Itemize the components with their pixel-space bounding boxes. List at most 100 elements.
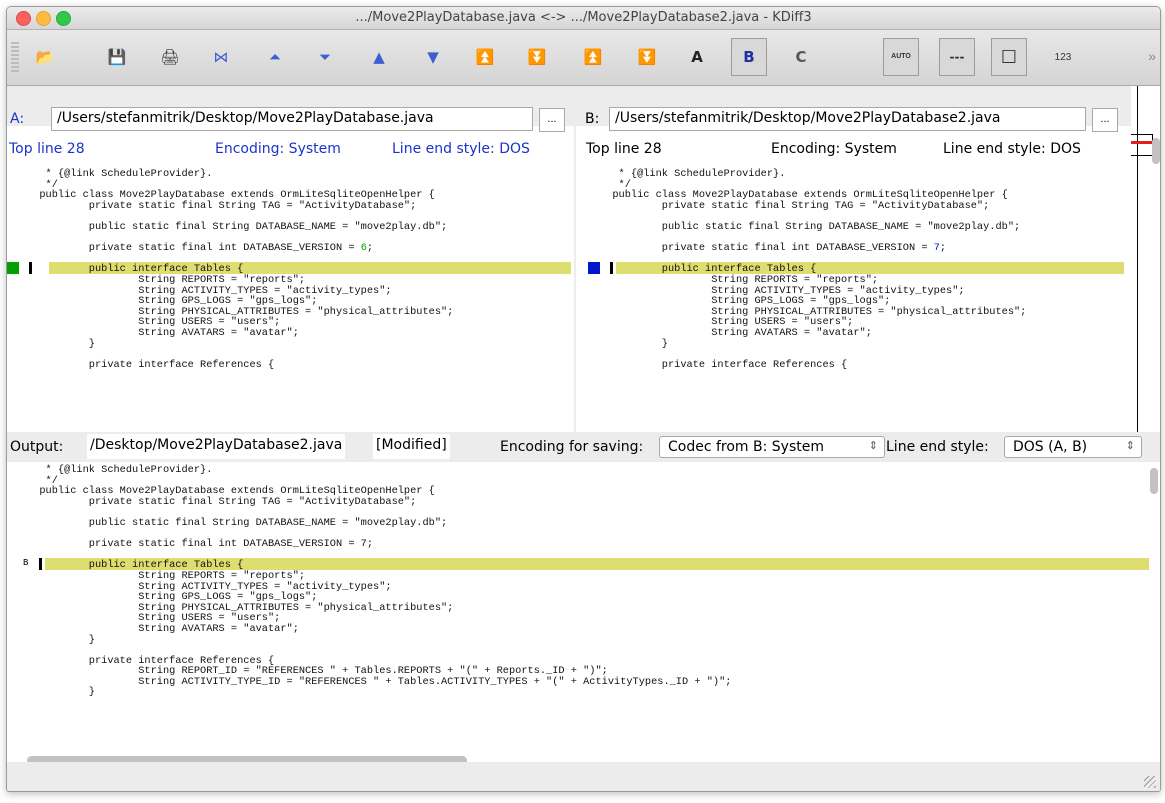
- encoding-for-saving-select[interactable]: Codec from B: System ⇕: [659, 436, 885, 458]
- save-button[interactable]: 💾: [99, 38, 135, 76]
- pane-b-code[interactable]: * {@link ScheduleProvider}. */ public cl…: [600, 169, 1026, 370]
- code-line: String REPORTS = "reports";: [27, 273, 306, 286]
- status-bar: [7, 763, 1160, 791]
- pane-a-encoding: Encoding: System: [215, 141, 341, 157]
- diff-overview[interactable]: [1131, 86, 1160, 432]
- pane-a-browse-button[interactable]: ...: [539, 108, 565, 132]
- code-line: private static final int DATABASE_VERSIO…: [27, 242, 374, 255]
- code-line: String AVATARS = "avatar";: [27, 622, 299, 635]
- auto-advance-button[interactable]: AUTO: [883, 38, 919, 76]
- kdiff3-window: .../Move2PlayDatabase.java <-> .../Move2…: [6, 6, 1161, 792]
- code-line: private static final String TAG = "Activ…: [27, 199, 417, 212]
- go-current-delta-button[interactable]: ⋈: [203, 38, 239, 76]
- output-vertical-scrollbar[interactable]: [1150, 468, 1158, 494]
- line-end-style-label: Line end style:: [886, 439, 989, 455]
- go-prev-conflict-icon: ⏫: [475, 48, 495, 66]
- go-next-conflict-button[interactable]: ⏬: [519, 38, 555, 76]
- open-button[interactable]: 📂: [27, 38, 63, 76]
- select-b-icon: B: [743, 48, 755, 66]
- output-pane: B * {@link ScheduleProvider}. */ public …: [7, 462, 1160, 762]
- select-arrows-icon: ⇕: [1125, 439, 1135, 452]
- pane-a-line-end: Line end style: DOS: [392, 141, 530, 157]
- pane-b-delta-marker: [588, 262, 600, 274]
- toolbar-overflow-chevron-icon[interactable]: »: [1148, 48, 1156, 64]
- output-label: Output:: [10, 439, 64, 455]
- output-path: /Desktop/Move2PlayDatabase2.java: [87, 434, 346, 459]
- show-line-numbers-icon: 123: [1054, 51, 1072, 63]
- output-code[interactable]: * {@link ScheduleProvider}. */ public cl…: [27, 465, 731, 698]
- code-line: String AVATARS = "avatar";: [600, 326, 872, 339]
- code-line: }: [27, 337, 95, 350]
- go-bottom-icon: ⏷: [318, 48, 331, 66]
- code-line: String AVATARS = "avatar";: [27, 326, 299, 339]
- output-horizontal-scrollbar[interactable]: [27, 756, 467, 762]
- go-prev-unsolved-button[interactable]: ⏫: [575, 38, 611, 76]
- go-prev-conflict-button[interactable]: ⏫: [467, 38, 503, 76]
- go-next-unsolved-button[interactable]: ⏬: [629, 38, 665, 76]
- show-whitespace-icon: ---: [949, 50, 965, 64]
- window-title: .../Move2PlayDatabase.java <-> .../Move2…: [355, 10, 812, 25]
- code-line: }: [27, 633, 95, 646]
- pane-a-top-line: Top line 28: [9, 141, 85, 157]
- code-line: String ACTIVITY_TYPE_ID = "REFERENCES " …: [27, 675, 732, 688]
- title-bar: .../Move2PlayDatabase.java <-> .../Move2…: [7, 7, 1160, 30]
- changed-value: 6: [360, 242, 367, 255]
- select-c-icon: C: [795, 48, 807, 66]
- toolbar-grip[interactable]: [11, 42, 19, 74]
- code-line: private interface References {: [600, 358, 848, 371]
- select-a-icon: A: [691, 48, 703, 66]
- pane-a-code[interactable]: * {@link ScheduleProvider}. */ public cl…: [27, 169, 453, 370]
- code-line: private static final String TAG = "Activ…: [600, 199, 990, 212]
- show-whitespace-button[interactable]: ---: [939, 38, 975, 76]
- go-next-delta-icon: ▼: [427, 48, 439, 66]
- line-end-style-select[interactable]: DOS (A, B) ⇕: [1004, 436, 1142, 458]
- go-current-delta-icon: ⋈: [213, 48, 229, 66]
- code-line: private static final int DATABASE_VERSIO…: [600, 242, 947, 255]
- code-line: * {@link ScheduleProvider}.: [27, 168, 213, 180]
- show-line-numbers-button[interactable]: 123: [1045, 38, 1081, 76]
- changed-value: 7: [933, 242, 940, 255]
- print-icon: 🖨: [160, 48, 180, 66]
- resize-grip-icon[interactable]: [1144, 776, 1156, 788]
- code-line: public static final String DATABASE_NAME…: [27, 220, 448, 233]
- code-line: private interface References {: [27, 358, 275, 371]
- pane-a-delta-marker: [7, 262, 19, 274]
- pane-b-top-line: Top line 28: [586, 141, 662, 157]
- auto-advance-icon: AUTO: [891, 53, 911, 60]
- show-whitespace-chars-button[interactable]: ☐: [991, 38, 1027, 76]
- go-prev-delta-icon: ▲: [373, 48, 385, 66]
- go-next-conflict-icon: ⏬: [527, 48, 547, 66]
- code-line: }: [600, 337, 668, 350]
- go-top-icon: ⏶: [268, 48, 281, 66]
- code-line: * {@link ScheduleProvider}.: [600, 168, 786, 180]
- go-prev-unsolved-icon: ⏫: [583, 48, 603, 66]
- go-prev-delta-button[interactable]: ▲: [361, 38, 397, 76]
- go-next-delta-button[interactable]: ▼: [415, 38, 451, 76]
- code-line: public static final String DATABASE_NAME…: [27, 516, 448, 529]
- go-top-button[interactable]: ⏶: [257, 38, 293, 76]
- pane-b: B: /Users/stefanmitrik/Desktop/Move2Play…: [576, 86, 1131, 432]
- encoding-for-saving-label: Encoding for saving:: [500, 439, 644, 455]
- select-a-button[interactable]: A: [679, 38, 715, 76]
- code-line: * {@link ScheduleProvider}.: [27, 464, 213, 476]
- select-b-button[interactable]: B: [731, 38, 767, 76]
- code-line: String REPORTS = "reports";: [600, 273, 879, 286]
- select-arrows-icon: ⇕: [868, 439, 878, 452]
- code-line: }: [27, 686, 95, 699]
- open-icon: 📂: [35, 48, 55, 66]
- save-icon: 💾: [107, 48, 127, 66]
- pane-a-path-field[interactable]: /Users/stefanmitrik/Desktop/Move2PlayDat…: [51, 107, 533, 131]
- pane-b-label: B:: [585, 111, 600, 127]
- pane-a: A: /Users/stefanmitrik/Desktop/Move2Play…: [7, 86, 574, 432]
- print-button[interactable]: 🖨: [152, 38, 188, 76]
- output-modified-badge: [Modified]: [373, 434, 450, 459]
- go-bottom-button[interactable]: ⏷: [307, 38, 343, 76]
- overview-visible-range: [1131, 134, 1153, 156]
- show-whitespace-chars-icon: ☐: [1000, 46, 1018, 68]
- pane-b-path-field[interactable]: /Users/stefanmitrik/Desktop/Move2PlayDat…: [609, 107, 1086, 131]
- code-line: private static final int DATABASE_VERSIO…: [27, 538, 374, 551]
- pane-vertical-scrollbar[interactable]: [1152, 138, 1160, 164]
- pane-b-browse-button[interactable]: ...: [1092, 108, 1118, 132]
- select-c-button[interactable]: C: [783, 38, 819, 76]
- code-line: public static final String DATABASE_NAME…: [600, 220, 1021, 233]
